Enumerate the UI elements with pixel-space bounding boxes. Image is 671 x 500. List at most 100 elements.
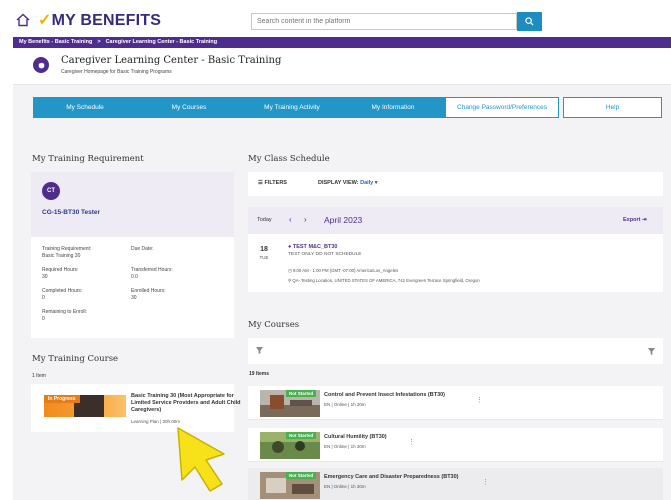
breadcrumb-separator: >	[97, 39, 101, 45]
field-label: Required Hours:	[42, 267, 79, 273]
field-value: 30	[131, 295, 137, 301]
export-label: Export	[623, 217, 641, 223]
event-title[interactable]: ● TEST M&C_BT30	[288, 244, 337, 250]
nav-my-courses-button[interactable]: My Courses	[137, 97, 241, 118]
calendar-header: Today ‹ › April 2023 Export ⇥	[248, 207, 663, 234]
status-badge: Not Started	[286, 390, 317, 397]
export-icon: ⇥	[641, 217, 647, 223]
course-title[interactable]: Control and Prevent Insect Infestations …	[324, 392, 445, 398]
status-badge: Not Started	[286, 432, 317, 439]
filter-icon: ☰	[258, 180, 263, 186]
courses-count: 19 Items	[249, 371, 270, 377]
training-requirement-card: CT CG-15-BT30 Tester Training Requiremen…	[31, 172, 234, 338]
chevron-left-icon[interactable]: ‹	[289, 215, 292, 224]
event-time-text: 9:00 AM - 1:00 PM (GMT -07:00) America/L…	[292, 268, 399, 273]
class-schedule-heading: My Class Schedule	[248, 154, 330, 164]
more-options-icon[interactable]: ⋮	[476, 396, 483, 404]
status-badge: Not Started	[286, 472, 317, 479]
calendar-event-row: 18 TUE ● TEST M&C_BT30 TEST ONLY DO NOT …	[248, 234, 663, 292]
course-row[interactable]: Not Started Cultural Humility (BT30) EN …	[248, 428, 663, 462]
event-time: ◷ 9:00 AM - 1:00 PM (GMT -07:00) America…	[288, 268, 398, 274]
nav-my-information-button[interactable]: My Information	[341, 97, 445, 118]
chevron-right-icon[interactable]: ›	[304, 215, 307, 224]
field-label: Enrolled Hours:	[131, 288, 166, 294]
more-options-icon[interactable]: ⋮	[408, 438, 415, 446]
event-subtitle: TEST ONLY DO NOT SCHEDULE	[288, 252, 362, 257]
logo-text: MY BENEFITS	[51, 12, 162, 29]
required-hours-field: Required Hours: 30	[42, 267, 78, 281]
enrolled-hours-field: Enrolled Hours: 30	[131, 288, 165, 302]
completed-hours-field: Completed Hours: 0	[42, 288, 82, 302]
display-view-value: Daily	[360, 180, 374, 186]
breadcrumb: My Benefits - Basic Training > Caregiver L…	[13, 37, 671, 48]
breadcrumb-item-program[interactable]: My Benefits - Basic Training	[19, 39, 92, 45]
status-badge: In Progress	[44, 395, 80, 403]
field-label: Training Requirement:	[42, 246, 92, 252]
today-button[interactable]: Today	[257, 217, 272, 223]
sort-icon[interactable]	[648, 348, 655, 355]
learning-center-icon	[33, 57, 49, 73]
field-label: Remaining to Enroll:	[42, 309, 88, 315]
course-row[interactable]: Not Started Control and Prevent Insect I…	[248, 386, 663, 420]
event-weekday: TUE	[259, 255, 269, 260]
page-title-band: Caregiver Learning Center - Basic Traini…	[13, 48, 671, 85]
training-requirement-field: Training Requirement: Basic Training 30	[42, 246, 91, 260]
course-meta: EN | Online | 1h 30m	[324, 402, 366, 407]
page-title: Caregiver Learning Center - Basic Traini…	[61, 55, 282, 66]
page-subtitle: Caregiver Homepage for Basic Training Pr…	[61, 69, 172, 75]
course-meta: EN | Online | 1h 30m	[324, 444, 366, 449]
training-course-heading: My Training Course	[32, 354, 119, 364]
transferred-hours-field: Transferred Hours: 0.0	[131, 267, 173, 281]
field-label: Completed Hours:	[42, 288, 83, 294]
my-courses-heading: My Courses	[248, 320, 300, 330]
course-meta: EN | Online | 1h 30m	[324, 484, 366, 489]
search-icon	[525, 17, 534, 26]
requirement-card-header	[31, 172, 234, 237]
field-value: 0	[42, 316, 45, 322]
event-day: 18	[260, 246, 268, 253]
event-location: ⚲ QA- Testing Location, UNITED STATES OF…	[288, 278, 480, 284]
nav-help-button[interactable]: Help	[563, 97, 662, 118]
field-label: Due Date:	[131, 246, 154, 252]
pointer-arrow-icon	[177, 427, 225, 492]
search-input[interactable]	[251, 13, 517, 30]
nav-change-password-button[interactable]: Change Password/Preferences	[445, 97, 559, 118]
filters-button[interactable]: ☰ FILTERS	[258, 180, 287, 186]
courses-filter-bar	[248, 338, 663, 364]
export-button[interactable]: Export ⇥	[623, 217, 647, 223]
field-label: Transferred Hours:	[131, 267, 173, 273]
course-title[interactable]: Cultural Humility (BT30)	[324, 434, 387, 440]
event-dot-icon: ●	[288, 244, 292, 250]
clock-icon: ◷	[288, 268, 292, 273]
location-pin-icon: ⚲	[288, 278, 292, 283]
training-requirement-heading: My Training Requirement	[32, 154, 144, 164]
course-title[interactable]: Emergency Care and Disaster Preparedness…	[324, 474, 459, 480]
field-value: 30	[42, 274, 48, 280]
course-row[interactable]: Not Started Emergency Care and Disaster …	[248, 468, 663, 500]
schedule-filter-bar: ☰ FILTERS DISPLAY VIEW: Daily ▾	[248, 172, 663, 196]
training-course-title[interactable]: Basic Training 30 (Most Appropriate for …	[131, 393, 246, 414]
event-location-text: QA- Testing Location, UNITED STATES OF A…	[292, 278, 480, 283]
filter-icon[interactable]	[256, 347, 263, 354]
training-course-count: 1 Item	[32, 373, 46, 379]
calendar-month: April 2023	[324, 215, 363, 225]
event-title-text: TEST M&C_BT30	[292, 244, 338, 250]
display-view-label: DISPLAY VIEW:	[318, 180, 359, 186]
top-header: ✓MY BENEFITS	[0, 0, 671, 38]
home-icon[interactable]	[16, 13, 30, 27]
nav-my-training-activity-button[interactable]: My Training Activity	[240, 97, 344, 118]
more-options-icon[interactable]: ⋮	[482, 478, 489, 486]
nav-my-schedule-button[interactable]: My Schedule	[33, 97, 137, 118]
field-value: Basic Training 30	[42, 253, 81, 259]
requirement-user-name: CG-15-BT30 Tester	[42, 209, 101, 216]
avatar: CT	[42, 182, 60, 200]
due-date-field: Due Date:	[131, 246, 154, 253]
field-value: 0.0	[131, 274, 138, 280]
logo[interactable]: ✓MY BENEFITS	[16, 10, 161, 30]
search-button[interactable]	[517, 12, 542, 31]
chevron-down-icon: ▾	[374, 180, 378, 186]
breadcrumb-item-center[interactable]: Caregiver Learning Center - Basic Traini…	[106, 39, 218, 45]
field-value: 0	[42, 295, 45, 301]
remaining-to-enroll-field: Remaining to Enroll: 0	[42, 309, 87, 323]
display-view-select[interactable]: DISPLAY VIEW: Daily ▾	[318, 180, 378, 186]
